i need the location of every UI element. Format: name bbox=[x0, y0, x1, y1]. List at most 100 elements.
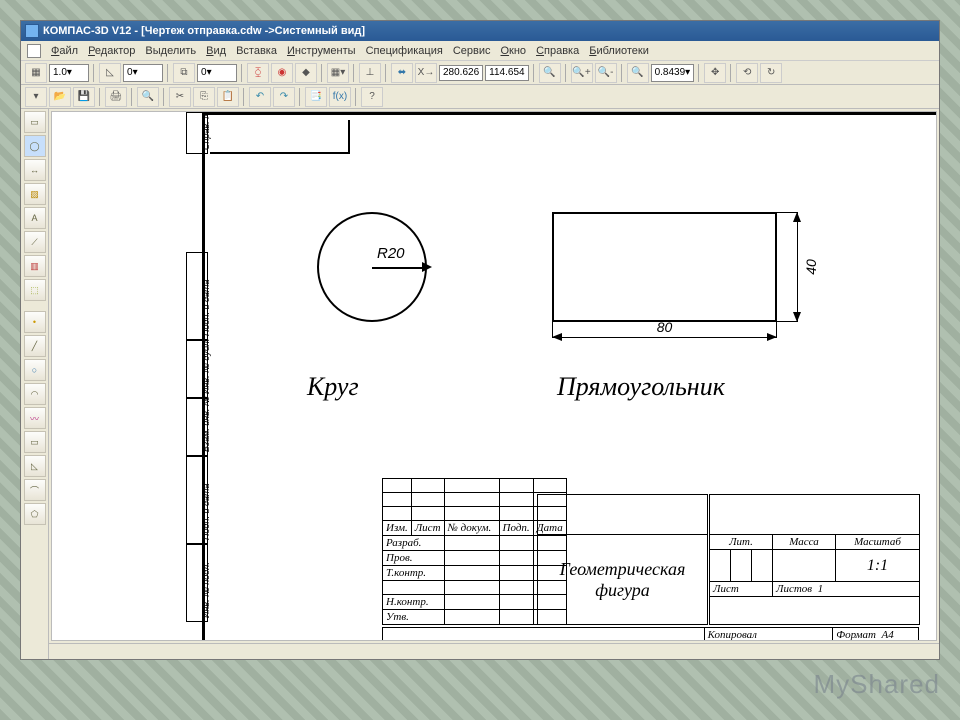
menu-select[interactable]: Выделить bbox=[145, 45, 196, 57]
print-icon[interactable]: 🖨 bbox=[105, 87, 127, 107]
menu-editor[interactable]: Редактор bbox=[88, 45, 135, 57]
col-izm: Изм. bbox=[383, 521, 412, 536]
open-icon[interactable]: 📂 bbox=[49, 87, 71, 107]
radius-arrow-icon bbox=[422, 262, 432, 272]
menu-spec[interactable]: Спецификация bbox=[366, 45, 443, 57]
other-dropdown[interactable]: 0 ▾ bbox=[197, 64, 237, 82]
zoom-fit-icon[interactable]: 🔍 bbox=[539, 63, 561, 83]
copy-icon[interactable]: ⎘ bbox=[193, 87, 215, 107]
tool-edit[interactable]: ⬚ bbox=[24, 279, 46, 301]
menubar: Файл Редактор Выделить Вид Вставка Инстр… bbox=[21, 41, 939, 61]
row-nkontr: Н.контр. bbox=[383, 595, 445, 610]
drawing-title: Геометрическая фигура bbox=[538, 535, 708, 625]
tool-circle[interactable]: ○ bbox=[24, 359, 46, 381]
menu-service[interactable]: Сервис bbox=[453, 45, 491, 57]
pan-icon[interactable]: ✥ bbox=[704, 63, 726, 83]
zoom-dropdown[interactable]: 0.8439 ▾ bbox=[651, 64, 695, 82]
tool-fillet[interactable]: ⌒ bbox=[24, 479, 46, 501]
tool-chamfer[interactable]: ◺ bbox=[24, 455, 46, 477]
radius-line bbox=[372, 267, 427, 269]
lit-label: Лит. bbox=[710, 535, 773, 550]
tool-spline[interactable]: 〰 bbox=[24, 407, 46, 429]
menu-libs[interactable]: Библиотеки bbox=[589, 45, 649, 57]
tool-poly[interactable]: ⬠ bbox=[24, 503, 46, 525]
refresh-icon[interactable]: ↻ bbox=[760, 63, 782, 83]
props-icon[interactable]: 📑 bbox=[305, 87, 327, 107]
tool-rect[interactable]: ▭ bbox=[24, 431, 46, 453]
name-table: Геометрическая фигура bbox=[537, 494, 708, 625]
menu-window[interactable]: Окно bbox=[500, 45, 526, 57]
doc-icon[interactable] bbox=[27, 44, 41, 58]
rectangle-shape bbox=[552, 212, 777, 322]
magnet-icon[interactable]: ⧲ bbox=[247, 63, 269, 83]
dimension-80: 80 bbox=[552, 337, 777, 338]
row-prov: Пров. bbox=[383, 551, 445, 566]
bottom-strip: Копировал Формат A4 bbox=[382, 627, 919, 641]
step-dropdown[interactable]: 1.0 ▾ bbox=[49, 64, 89, 82]
tool-point[interactable]: • bbox=[24, 311, 46, 333]
menu-help[interactable]: Справка bbox=[536, 45, 579, 57]
side-label-2: Подп. и дата bbox=[201, 280, 211, 336]
tool-hatch[interactable]: ▨ bbox=[24, 183, 46, 205]
zoom-in-icon[interactable]: 🔍+ bbox=[571, 63, 593, 83]
grid-icon[interactable]: ▦ bbox=[25, 63, 47, 83]
rebuild-icon[interactable]: ⟲ bbox=[736, 63, 758, 83]
vars-icon[interactable]: f(x) bbox=[329, 87, 351, 107]
massa-label: Масса bbox=[773, 535, 836, 550]
preview-icon[interactable]: 🔍 bbox=[137, 87, 159, 107]
dimension-80-value: 80 bbox=[657, 319, 673, 335]
cut-icon[interactable]: ✂ bbox=[169, 87, 191, 107]
menu-file[interactable]: Файл bbox=[51, 45, 78, 57]
meta-table: Лит. Масса Масштаб 1:1 Лист Листов 1 bbox=[709, 494, 920, 625]
list-label: Лист bbox=[713, 583, 739, 595]
tool-dim[interactable]: ↔ bbox=[24, 159, 46, 181]
snap2-icon[interactable]: ◆ bbox=[295, 63, 317, 83]
dimension-40-value: 40 bbox=[803, 259, 819, 275]
side-label-4: Взам. инв. № bbox=[201, 396, 211, 452]
xy-icon[interactable]: ⬌ bbox=[391, 63, 413, 83]
col-ndoc: № докум. bbox=[444, 521, 499, 536]
top-left-block bbox=[210, 120, 350, 154]
scale-value: 1:1 bbox=[836, 550, 920, 582]
tool-axis[interactable]: ⟋ bbox=[24, 231, 46, 253]
row-tkontr: Т.контр. bbox=[383, 566, 445, 581]
angle-icon[interactable]: ◺ bbox=[99, 63, 121, 83]
redo-icon[interactable]: ↷ bbox=[273, 87, 295, 107]
new-icon[interactable]: ▾ bbox=[25, 87, 47, 107]
paste-icon[interactable]: 📋 bbox=[217, 87, 239, 107]
angle-dropdown[interactable]: 0 ▾ bbox=[123, 64, 163, 82]
snap1-icon[interactable]: ◉ bbox=[271, 63, 293, 83]
save-icon[interactable]: 💾 bbox=[73, 87, 95, 107]
canvas-wrap: Справ. № Подп. и дата Инв. № дубл. Взам.… bbox=[49, 109, 939, 659]
menu-insert[interactable]: Вставка bbox=[236, 45, 277, 57]
coord-x[interactable]: 280.626 bbox=[439, 65, 483, 81]
statusbar bbox=[49, 643, 939, 659]
row-utv: Утв. bbox=[383, 610, 445, 625]
radius-label: R20 bbox=[377, 245, 405, 262]
ortho-icon[interactable]: ⊥ bbox=[359, 63, 381, 83]
grid2-icon[interactable]: ▦▾ bbox=[327, 63, 349, 83]
tool-geom[interactable]: ◯ bbox=[24, 135, 46, 157]
zoom-out-icon[interactable]: 🔍- bbox=[595, 63, 617, 83]
undo-icon[interactable]: ↶ bbox=[249, 87, 271, 107]
tool-text[interactable]: A bbox=[24, 207, 46, 229]
tool-line[interactable]: ╱ bbox=[24, 335, 46, 357]
row-razrab: Разраб. bbox=[383, 536, 445, 551]
coord-y[interactable]: 114.654 bbox=[485, 65, 528, 81]
tool-arc[interactable]: ◠ bbox=[24, 383, 46, 405]
listov-label: Листов bbox=[776, 583, 812, 595]
mashtab-label: Масштаб bbox=[836, 535, 920, 550]
xy2-icon[interactable]: X→ bbox=[415, 63, 437, 83]
help-icon[interactable]: ? bbox=[361, 87, 383, 107]
tool-select[interactable]: ▭ bbox=[24, 111, 46, 133]
side-label-5: Подп. и дата bbox=[201, 484, 211, 540]
work-area: ▭ ◯ ↔ ▨ A ⟋ ▥ ⬚ • ╱ ○ ◠ 〰 ▭ ◺ ⌒ ⬠ Спра bbox=[21, 109, 939, 659]
menu-tools[interactable]: Инструменты bbox=[287, 45, 356, 57]
zoom-icon[interactable]: 🔍 bbox=[627, 63, 649, 83]
watermark: MyShared bbox=[814, 669, 941, 700]
layer-icon[interactable]: ⧉ bbox=[173, 63, 195, 83]
toolbar-top: ▦ 1.0 ▾ ◺ 0 ▾ ⧉ 0 ▾ ⧲ ◉ ◆ ▦▾ ⊥ ⬌ X→ 280.… bbox=[21, 61, 939, 85]
menu-view[interactable]: Вид bbox=[206, 45, 226, 57]
tool-table[interactable]: ▥ bbox=[24, 255, 46, 277]
drawing-canvas[interactable]: Справ. № Подп. и дата Инв. № дубл. Взам.… bbox=[51, 111, 937, 641]
